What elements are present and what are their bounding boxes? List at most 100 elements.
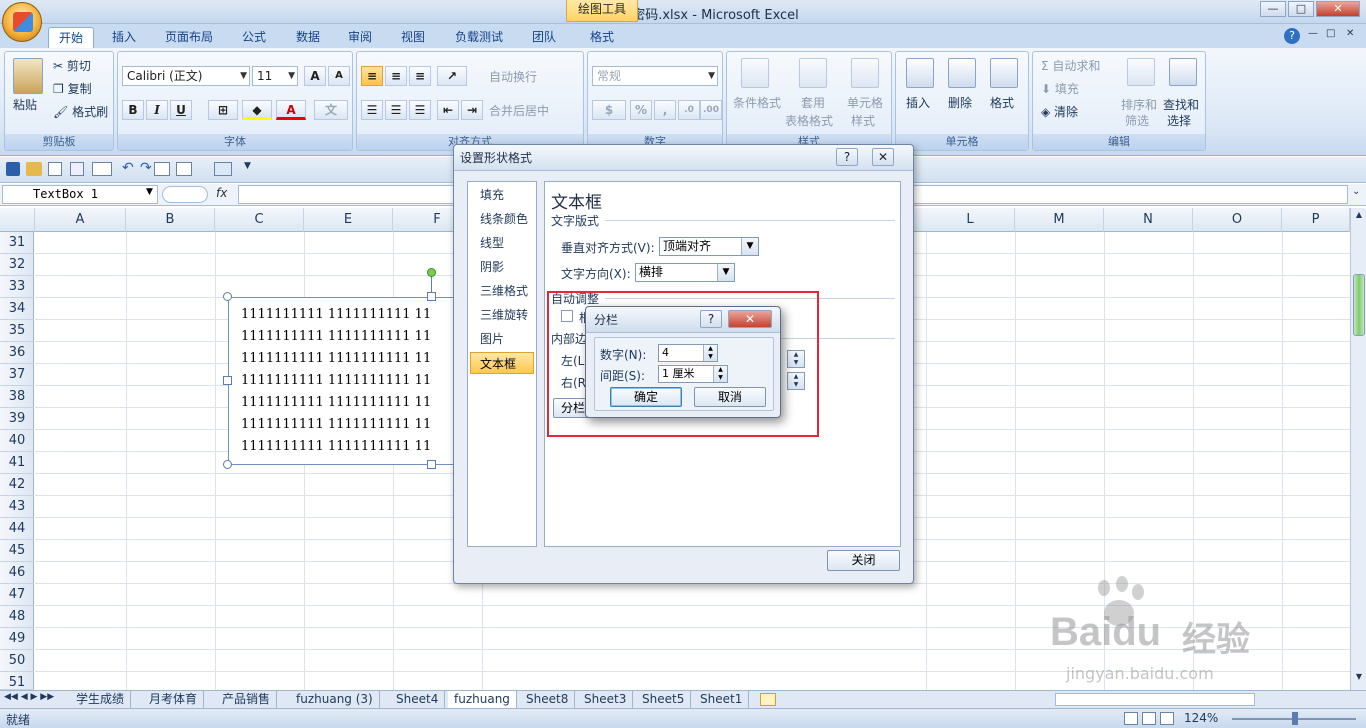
scroll-down-icon[interactable]: ▼	[1353, 672, 1365, 686]
category-3d-rotation[interactable]: 三维旋转	[468, 304, 536, 326]
row-header[interactable]: 37	[0, 364, 34, 386]
sheet-tab[interactable]: 月考体育	[143, 691, 205, 708]
resize-handle[interactable]	[223, 376, 232, 385]
row-header[interactable]: 50	[0, 650, 34, 672]
tab-view[interactable]: 视图	[393, 27, 433, 48]
delete-cells-icon[interactable]	[948, 58, 976, 88]
row-header[interactable]: 51	[0, 672, 34, 690]
italic-button[interactable]: I	[146, 100, 168, 120]
normal-view-icon[interactable]	[1124, 712, 1138, 725]
align-center-icon[interactable]: ☰	[385, 100, 407, 120]
row-header[interactable]: 43	[0, 496, 34, 518]
format-painter-button[interactable]: 🖌 格式刷	[53, 103, 108, 120]
fill-color-icon[interactable]: ◆	[242, 100, 272, 120]
column-header[interactable]: N	[1104, 208, 1193, 232]
select-all-corner[interactable]	[0, 208, 35, 232]
paste-icon[interactable]	[13, 58, 43, 94]
paste-button[interactable]: 粘贴	[13, 96, 37, 113]
vertical-alignment-select[interactable]: 顶端对齐 ▼	[659, 237, 759, 256]
ribbon-close-button[interactable]: ✕	[1346, 28, 1354, 39]
close-window-button[interactable]: ✕	[1316, 1, 1360, 17]
category-shadow[interactable]: 阴影	[468, 256, 536, 278]
expand-formula-icon[interactable]: ⌄	[1352, 186, 1360, 197]
row-header[interactable]: 49	[0, 628, 34, 650]
row-header[interactable]: 34	[0, 298, 34, 320]
number-of-columns-input[interactable]: 4 ▲ ▼	[658, 344, 718, 362]
zoom-slider-thumb[interactable]	[1292, 712, 1298, 725]
shrink-font-button[interactable]: A	[328, 66, 350, 86]
resize-handle[interactable]	[223, 460, 232, 469]
row-header[interactable]: 39	[0, 408, 34, 430]
column-header[interactable]: B	[126, 208, 215, 232]
font-size-combo[interactable]: 11 ▼	[252, 66, 298, 86]
spin-icon[interactable]: ▲ ▼	[703, 345, 717, 361]
insert-cells-button[interactable]: 插入	[906, 94, 930, 111]
align-top-icon[interactable]: ≡	[361, 66, 383, 86]
tab-review[interactable]: 审阅	[340, 27, 380, 48]
column-header[interactable]: O	[1193, 208, 1282, 232]
tab-page-layout[interactable]: 页面布局	[158, 27, 220, 48]
sheet-tab[interactable]: Sheet5	[636, 691, 692, 708]
sort-icon[interactable]	[214, 162, 232, 176]
insert-sheet-icon[interactable]	[760, 693, 776, 706]
resize-handle[interactable]	[427, 460, 436, 469]
table-icon[interactable]	[92, 162, 112, 176]
tab-load-test[interactable]: 负载测试	[446, 27, 512, 48]
row-header[interactable]: 45	[0, 540, 34, 562]
row-header[interactable]: 44	[0, 518, 34, 540]
tab-formulas[interactable]: 公式	[234, 27, 274, 48]
row-header[interactable]: 32	[0, 254, 34, 276]
name-box[interactable]: TextBox 1	[2, 185, 158, 204]
edit-icon[interactable]	[176, 162, 192, 176]
row-header[interactable]: 33	[0, 276, 34, 298]
page-layout-view-icon[interactable]	[1142, 712, 1156, 725]
row-header[interactable]: 48	[0, 606, 34, 628]
grow-font-button[interactable]: A	[304, 66, 326, 86]
format-cells-button[interactable]: 格式	[990, 94, 1014, 111]
text-box-shape[interactable]: 1111111111 1111111111 11 1111111111 1111…	[228, 297, 460, 465]
column-header[interactable]: P	[1282, 208, 1350, 232]
font-color-icon[interactable]: A	[276, 100, 306, 120]
bold-button[interactable]: B	[122, 100, 144, 120]
orientation-icon[interactable]: ↗	[437, 66, 467, 86]
row-header[interactable]: 41	[0, 452, 34, 474]
columns-help-button[interactable]: ?	[700, 310, 722, 328]
category-text-box[interactable]: 文本框	[470, 352, 534, 374]
close-button[interactable]: 关闭	[827, 550, 900, 571]
align-bottom-icon[interactable]: ≡	[409, 66, 431, 86]
sheet-tab[interactable]: Sheet8	[520, 691, 576, 708]
column-header[interactable]: C	[215, 208, 304, 232]
column-header[interactable]: E	[304, 208, 393, 232]
ribbon-restore-button[interactable]: □	[1326, 28, 1335, 39]
row-header[interactable]: 47	[0, 584, 34, 606]
ok-button[interactable]: 确定	[610, 387, 682, 407]
help-icon[interactable]: ?	[1284, 28, 1300, 44]
sheet-tab[interactable]: Sheet1	[694, 691, 750, 708]
sheet-nav-icons[interactable]: ◀◀ ◀ ▶ ▶▶	[4, 692, 54, 702]
category-line-color[interactable]: 线条颜色	[468, 208, 536, 230]
zoom-level[interactable]: 124%	[1184, 711, 1218, 725]
align-left-icon[interactable]: ☰	[361, 100, 383, 120]
copy-button[interactable]: ❐ 复制	[53, 80, 92, 97]
drawing-tools-context-tab[interactable]: 绘图工具	[566, 0, 638, 22]
office-button[interactable]	[2, 2, 42, 42]
format-cells-icon[interactable]	[990, 58, 1018, 88]
undo-icon[interactable]: ↶	[122, 160, 134, 176]
tab-insert[interactable]: 插入	[104, 27, 144, 48]
row-header[interactable]: 46	[0, 562, 34, 584]
dialog-help-button[interactable]: ?	[836, 148, 858, 166]
row-header[interactable]: 38	[0, 386, 34, 408]
row-header[interactable]: 31	[0, 232, 34, 254]
align-right-icon[interactable]: ☰	[409, 100, 431, 120]
cut-button[interactable]: ✂ 剪切	[53, 57, 91, 74]
text-direction-select[interactable]: 横排 ▼	[635, 263, 735, 282]
tab-data[interactable]: 数据	[288, 27, 328, 48]
resize-handle[interactable]	[427, 292, 436, 301]
find-select-line1[interactable]: 查找和	[1163, 96, 1199, 113]
column-header[interactable]: A	[35, 208, 126, 232]
category-fill[interactable]: 填充	[468, 184, 536, 206]
cancel-button[interactable]: 取消	[694, 387, 766, 407]
sheet-tab[interactable]: 产品销售	[216, 691, 278, 708]
column-header[interactable]: M	[1015, 208, 1104, 232]
tab-home[interactable]: 开始	[48, 27, 94, 48]
